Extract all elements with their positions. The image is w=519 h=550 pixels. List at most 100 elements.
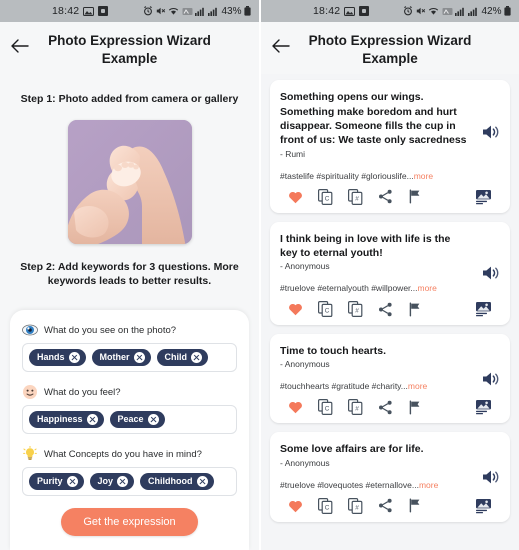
status-bar-left: 18:42 43% — [0, 0, 259, 22]
flag-icon[interactable] — [400, 300, 430, 318]
share-icon[interactable] — [370, 188, 400, 206]
chip-label: Peace — [117, 414, 144, 424]
close-icon[interactable] — [133, 352, 145, 363]
action-bar: C # — [280, 300, 500, 318]
chip-input-1[interactable]: Hands Mother Child — [22, 343, 237, 372]
chip-input-2[interactable]: Happiness Peace — [22, 405, 237, 434]
question-row-1: What do you see on the photo? — [22, 322, 237, 338]
quote-card[interactable]: I think being in love with life is the k… — [270, 221, 510, 326]
nfc-icon — [442, 7, 453, 16]
copy-quote-icon[interactable]: C — [310, 300, 340, 318]
more-link[interactable]: more — [414, 171, 433, 181]
alarm-icon — [143, 6, 153, 16]
quote-text: I think being in love with life is the k… — [280, 232, 451, 259]
heart-icon[interactable] — [280, 300, 310, 318]
close-icon[interactable] — [117, 476, 129, 487]
close-icon[interactable] — [86, 414, 98, 425]
image-export-icon[interactable] — [468, 398, 498, 416]
copy-hashtags-icon[interactable]: # — [340, 188, 370, 206]
svg-text:C: C — [324, 195, 329, 202]
close-icon[interactable] — [66, 476, 78, 487]
left-screen: 18:42 43% Photo Expression Wizard Exampl… — [0, 0, 259, 550]
nfc-icon — [182, 7, 193, 16]
image-export-icon[interactable] — [468, 300, 498, 318]
action-bar: C # — [280, 398, 500, 416]
hashtag-row: #tastelife #spirituality #gloriouslife..… — [280, 171, 500, 181]
keyword-chip[interactable]: Childhood — [140, 473, 214, 490]
image-icon — [344, 6, 356, 16]
share-icon[interactable] — [370, 300, 400, 318]
image-export-icon[interactable] — [468, 497, 498, 515]
copy-hashtags-icon[interactable]: # — [340, 300, 370, 318]
chip-label: Joy — [97, 476, 114, 486]
keyword-chip[interactable]: Joy — [89, 473, 135, 490]
keyword-chip[interactable]: Peace — [109, 411, 165, 428]
keyword-chip[interactable]: Hands — [29, 349, 86, 366]
alarm-icon — [403, 6, 413, 16]
copy-quote-icon[interactable]: C — [310, 497, 340, 515]
close-icon[interactable] — [191, 352, 203, 363]
chip-label: Purity — [37, 476, 63, 486]
hashtag-row: #truelove #eternalyouth #willpower...mor… — [280, 283, 500, 293]
svg-text:C: C — [324, 406, 329, 413]
speaker-icon[interactable] — [481, 369, 501, 389]
heart-icon[interactable] — [280, 398, 310, 416]
svg-text:C: C — [324, 504, 329, 511]
quote-author: - Anonymous — [280, 359, 330, 370]
share-icon[interactable] — [370, 497, 400, 515]
keyword-chip[interactable]: Mother — [91, 349, 151, 366]
app-bar-left: Photo Expression Wizard Example — [0, 22, 259, 75]
battery-icon — [504, 6, 511, 16]
step-2-label: Step 2: Add keywords for 3 questions. Mo… — [20, 260, 239, 288]
chip-input-3[interactable]: Purity Joy Childhood — [22, 467, 237, 496]
more-link[interactable]: more — [418, 283, 437, 293]
more-link[interactable]: more — [408, 381, 427, 391]
quote-card[interactable]: Time to touch hearts. - Anonymous #touch… — [270, 334, 510, 424]
copy-hashtags-icon[interactable]: # — [340, 398, 370, 416]
question-row-3: What Concepts do you have in mind? — [22, 445, 237, 462]
speaker-icon[interactable] — [481, 263, 501, 283]
photo-thumbnail[interactable] — [67, 119, 192, 244]
close-icon[interactable] — [68, 352, 80, 363]
eye-icon — [22, 322, 38, 338]
close-icon[interactable] — [147, 414, 159, 425]
mute-icon — [156, 6, 166, 16]
quote-card[interactable]: Some love affairs are for life. - Anonym… — [270, 432, 510, 522]
flag-icon[interactable] — [400, 497, 430, 515]
copy-quote-icon[interactable]: C — [310, 398, 340, 416]
app-bar-right: Photo Expression Wizard Example — [261, 22, 519, 75]
copy-quote-icon[interactable]: C — [310, 188, 340, 206]
get-expression-button[interactable]: Get the expression — [61, 508, 198, 536]
more-link[interactable]: more — [419, 480, 438, 490]
flag-icon[interactable] — [400, 398, 430, 416]
share-icon[interactable] — [370, 398, 400, 416]
copy-hashtags-icon[interactable]: # — [340, 497, 370, 515]
chip-label: Happiness — [37, 414, 83, 424]
chip-label: Hands — [37, 352, 65, 362]
speaker-icon[interactable] — [481, 122, 501, 142]
status-time: 18:42 — [313, 5, 341, 17]
back-button[interactable] — [269, 34, 293, 58]
flag-icon[interactable] — [400, 188, 430, 206]
wifi-icon — [428, 7, 439, 16]
question-row-2: What do you feel? — [22, 384, 237, 400]
back-button[interactable] — [8, 34, 32, 58]
image-icon — [83, 6, 95, 16]
heart-icon[interactable] — [280, 497, 310, 515]
hashtags: #touchhearts #gratitude #charity... — [280, 381, 408, 392]
svg-text:#: # — [355, 406, 359, 413]
status-bar-right: 18:42 42% — [261, 0, 519, 22]
back-arrow-icon — [11, 39, 29, 53]
speaker-icon[interactable] — [481, 467, 501, 487]
signal-icon — [195, 7, 205, 16]
image-export-icon[interactable] — [468, 188, 498, 206]
close-icon[interactable] — [196, 476, 208, 487]
battery-percent: 42% — [481, 5, 502, 17]
keyword-chip[interactable]: Happiness — [29, 411, 104, 428]
keyword-chip[interactable]: Purity — [29, 473, 84, 490]
quote-card[interactable]: Something opens our wings. Something mak… — [270, 80, 510, 213]
heart-icon[interactable] — [280, 188, 310, 206]
svg-text:#: # — [355, 195, 359, 202]
keyword-chip[interactable]: Child — [156, 349, 209, 366]
step-1-label: Step 1: Photo added from camera or galle… — [20, 93, 239, 106]
